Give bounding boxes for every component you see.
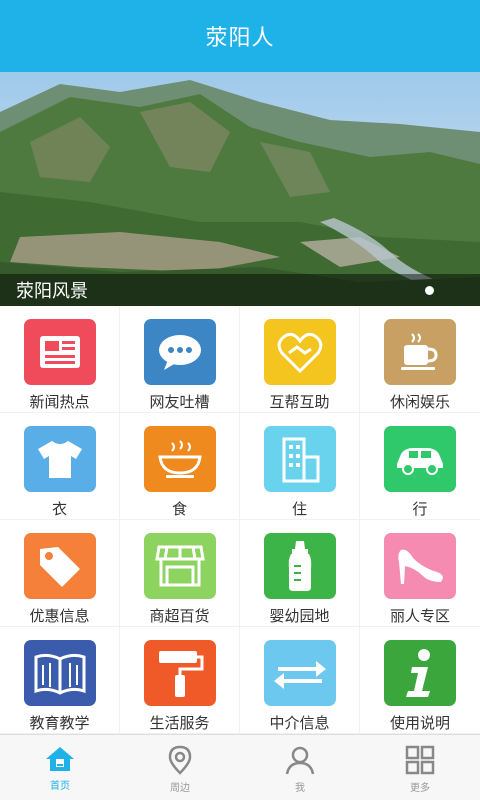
bottom-tab-bar: 首页 周边 我 更多 bbox=[0, 734, 480, 800]
grid-item-label: 优惠信息 bbox=[29, 607, 90, 625]
grid-item-beauty[interactable]: 丽人专区 bbox=[360, 520, 480, 627]
car-icon bbox=[384, 426, 456, 492]
carousel-indicator-dot[interactable] bbox=[425, 285, 434, 295]
scenery-banner[interactable]: 荥阳风景 bbox=[0, 72, 480, 306]
tab-me[interactable]: 我 bbox=[240, 735, 360, 800]
person-icon bbox=[285, 746, 315, 775]
tab-more[interactable]: 更多 bbox=[360, 735, 480, 800]
grid-item-label: 互帮互助 bbox=[269, 393, 330, 411]
grid-item-complaints[interactable]: 网友吐槽 bbox=[120, 306, 240, 413]
building-icon bbox=[263, 426, 336, 492]
page-title: 荥阳人 bbox=[205, 26, 275, 51]
grid-item-life-service[interactable]: 生活服务 bbox=[120, 627, 240, 734]
high-heel-icon bbox=[384, 533, 456, 599]
tab-label: 更多 bbox=[410, 783, 430, 794]
mountain-landscape-image bbox=[0, 72, 480, 306]
grid-item-label: 使用说明 bbox=[389, 714, 450, 732]
grid-item-label: 生活服务 bbox=[149, 714, 210, 732]
grid-item-food[interactable]: 食 bbox=[120, 413, 240, 520]
grid-item-mutual-help[interactable]: 互帮互助 bbox=[240, 306, 360, 413]
tab-label: 我 bbox=[295, 783, 305, 794]
grid-item-label: 丽人专区 bbox=[389, 607, 450, 625]
location-pin-icon bbox=[168, 745, 192, 775]
home-icon bbox=[46, 747, 74, 771]
grid-item-supermarket[interactable]: 商超百货 bbox=[120, 520, 240, 627]
food-bowl-icon bbox=[143, 426, 216, 492]
grid-item-baby[interactable]: 婴幼园地 bbox=[240, 520, 360, 627]
tab-nearby[interactable]: 周边 bbox=[120, 735, 240, 800]
tab-home[interactable]: 首页 bbox=[0, 735, 120, 800]
tab-label: 周边 bbox=[170, 783, 190, 794]
grid-item-instructions[interactable]: 使用说明 bbox=[360, 627, 480, 734]
grid-item-label: 食 bbox=[171, 500, 187, 518]
paint-roller-icon bbox=[143, 640, 216, 706]
grid-item-clothing[interactable]: 衣 bbox=[0, 413, 120, 520]
grid-item-label: 休闲娱乐 bbox=[389, 393, 450, 411]
newspaper-icon bbox=[23, 319, 96, 385]
grid-item-discounts[interactable]: 优惠信息 bbox=[0, 520, 120, 627]
grid-item-label: 商超百货 bbox=[149, 607, 210, 625]
grid-more-icon bbox=[405, 745, 435, 775]
grid-item-news[interactable]: 新闻热点 bbox=[0, 306, 120, 413]
grid-item-label: 衣 bbox=[51, 500, 67, 518]
store-icon bbox=[143, 533, 216, 599]
chat-bubble-icon bbox=[143, 319, 216, 385]
open-book-icon bbox=[23, 640, 96, 706]
grid-item-label: 网友吐槽 bbox=[149, 393, 210, 411]
coffee-cup-icon bbox=[384, 319, 456, 385]
tshirt-icon bbox=[23, 426, 96, 492]
grid-item-education[interactable]: 教育教学 bbox=[0, 627, 120, 734]
grid-item-label: 行 bbox=[412, 500, 428, 518]
banner-caption-bar: 荥阳风景 bbox=[0, 274, 480, 306]
grid-item-label: 住 bbox=[291, 500, 307, 518]
grid-item-label: 婴幼园地 bbox=[269, 607, 330, 625]
grid-item-leisure[interactable]: 休闲娱乐 bbox=[360, 306, 480, 413]
handshake-heart-icon bbox=[263, 319, 336, 385]
grid-item-transport[interactable]: 行 bbox=[360, 413, 480, 520]
grid-item-agency[interactable]: 中介信息 bbox=[240, 627, 360, 734]
baby-bottle-icon bbox=[263, 533, 336, 599]
category-grid: 新闻热点 网友吐槽 互帮互助 休闲娱乐 衣 食 住 行 优惠信息 商超百货 婴幼… bbox=[0, 306, 480, 734]
exchange-arrows-icon bbox=[263, 640, 336, 706]
app-header: 荥阳人 bbox=[0, 0, 480, 72]
grid-item-label: 中介信息 bbox=[269, 714, 330, 732]
banner-caption: 荥阳风景 bbox=[16, 281, 88, 302]
grid-item-label: 教育教学 bbox=[29, 714, 90, 732]
info-icon bbox=[384, 640, 456, 706]
tab-label: 首页 bbox=[50, 781, 70, 792]
grid-item-housing[interactable]: 住 bbox=[240, 413, 360, 520]
grid-item-label: 新闻热点 bbox=[29, 393, 90, 411]
price-tag-icon bbox=[23, 533, 96, 599]
